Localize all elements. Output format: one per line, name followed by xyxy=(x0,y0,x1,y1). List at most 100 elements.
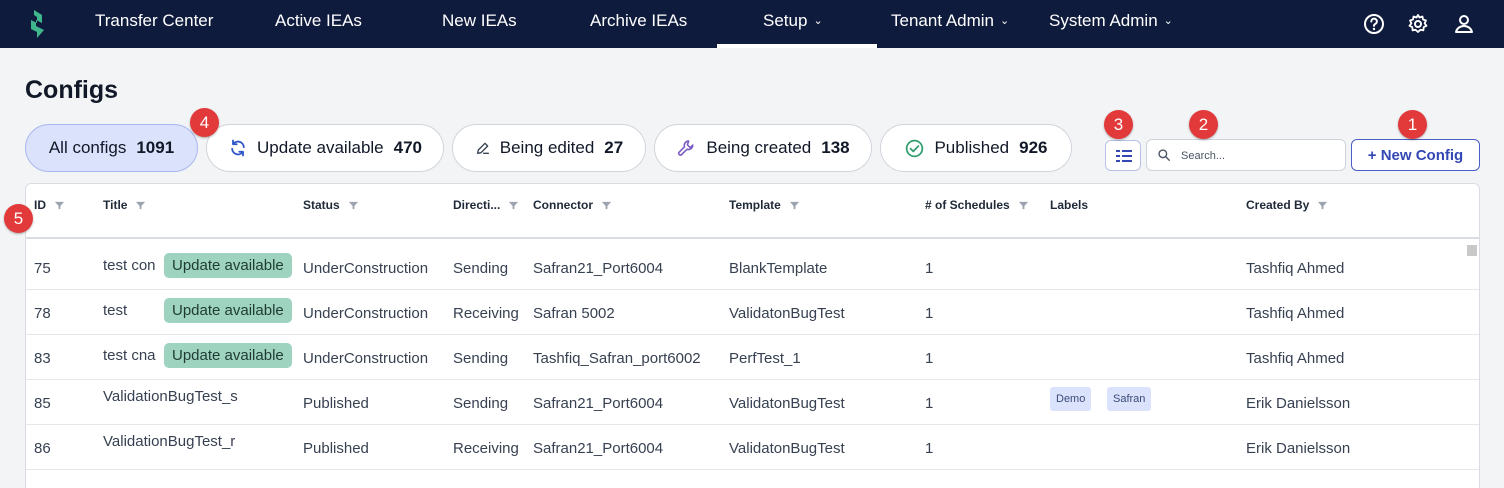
cell-status: UnderConstruction xyxy=(303,305,429,322)
cell-created-by: Erik Danielsson xyxy=(1246,395,1351,412)
filter-icon[interactable] xyxy=(508,200,519,211)
cell-template: ValidatonBugTest xyxy=(729,440,845,457)
column-header-label: Template xyxy=(729,198,781,212)
filter-icon[interactable] xyxy=(1317,200,1328,211)
nav-tenant-admin[interactable]: Tenant Admin ⌄ xyxy=(891,0,1009,48)
column-header-label: Status xyxy=(303,198,340,212)
cell-created-by: Tashfiq Ahmed xyxy=(1246,305,1345,322)
nav-active-ieas[interactable]: Active IEAs xyxy=(275,0,362,48)
chevron-down-icon: ⌄ xyxy=(813,15,823,27)
nav-system-admin[interactable]: System Admin ⌄ xyxy=(1049,0,1173,48)
cell-id: 85 xyxy=(34,395,51,412)
nav-archive-ieas[interactable]: Archive IEAs xyxy=(590,0,687,48)
help-icon[interactable] xyxy=(1362,12,1386,36)
label-tag[interactable]: Safran xyxy=(1107,387,1152,411)
table-row[interactable]: 83 test cna Update available UnderConstr… xyxy=(26,335,1479,380)
search-input[interactable] xyxy=(1181,147,1339,164)
table-row[interactable]: 85 ValidationBugTest_s Published Sending… xyxy=(26,380,1479,425)
gear-icon[interactable] xyxy=(1406,12,1430,36)
filter-being-created[interactable]: Being created 138 xyxy=(654,124,872,172)
nav-label: Active IEAs xyxy=(275,11,362,30)
nav-new-ieas[interactable]: New IEAs xyxy=(442,0,517,48)
configs-table: ID Title Status Directi... Connector Tem… xyxy=(25,183,1480,488)
cell-connector: Safran21_Port6004 xyxy=(533,395,664,412)
cell-connector: Safran21_Port6004 xyxy=(533,440,664,457)
check-circle-icon xyxy=(906,139,924,157)
cell-id: 75 xyxy=(34,260,51,277)
new-config-button[interactable]: + New Config xyxy=(1351,139,1480,171)
cell-schedules: 1 xyxy=(925,350,934,367)
filter-label: Published xyxy=(934,138,1010,157)
column-settings-button[interactable] xyxy=(1105,140,1141,171)
search-icon xyxy=(1158,149,1170,161)
cell-connector: Tashfiq_Safran_port6002 xyxy=(533,350,701,367)
annotation-marker: 4 xyxy=(190,108,219,137)
cell-template: ValidatonBugTest xyxy=(729,305,845,322)
column-header-label: # of Schedules xyxy=(925,198,1010,212)
search-box[interactable] xyxy=(1146,139,1346,171)
nav-label: Transfer Center xyxy=(95,11,214,30)
filter-label: Being edited xyxy=(499,138,595,157)
update-available-badge: Update available xyxy=(164,343,292,368)
top-nav: Transfer Center Active IEAs New IEAs Arc… xyxy=(0,0,1504,48)
cell-schedules: 1 xyxy=(925,260,934,277)
nav-label: Archive IEAs xyxy=(590,11,688,30)
column-header-id[interactable]: ID xyxy=(34,198,65,212)
app-logo-icon[interactable] xyxy=(28,9,50,39)
cell-template: ValidatonBugTest xyxy=(729,395,845,412)
filter-count: 138 xyxy=(821,138,850,157)
pencil-icon xyxy=(476,142,489,154)
cell-status: Published xyxy=(303,395,369,412)
filter-label: Update available xyxy=(256,138,384,157)
column-header-labels[interactable]: Labels xyxy=(1050,198,1088,212)
nav-label: Setup xyxy=(763,11,808,30)
column-header-schedules[interactable]: # of Schedules xyxy=(925,198,1029,212)
filter-published[interactable]: Published 926 xyxy=(880,124,1072,172)
column-header-connector[interactable]: Connector xyxy=(533,198,612,212)
column-header-status[interactable]: Status xyxy=(303,198,359,212)
filter-count: 1091 xyxy=(136,138,175,157)
cell-status: Published xyxy=(303,440,369,457)
update-available-badge: Update available xyxy=(164,253,292,278)
column-header-template[interactable]: Template xyxy=(729,198,800,212)
filter-label: Being created xyxy=(706,138,812,157)
cell-direction: Receiving xyxy=(453,305,519,322)
column-header-title[interactable]: Title xyxy=(103,198,146,212)
column-header-created-by[interactable]: Created By xyxy=(1246,198,1328,212)
label-tag[interactable]: Demo xyxy=(1050,387,1092,411)
refresh-icon xyxy=(231,139,245,157)
table-row[interactable]: 86 ValidationBugTest_r Published Receivi… xyxy=(26,425,1479,470)
filter-icon[interactable] xyxy=(135,200,146,211)
cell-created-by: Tashfiq Ahmed xyxy=(1246,260,1345,277)
filter-icon[interactable] xyxy=(789,200,800,211)
nav-transfer-center[interactable]: Transfer Center xyxy=(95,0,213,48)
filter-all-configs[interactable]: All configs 1091 xyxy=(25,124,198,172)
cell-id: 78 xyxy=(34,305,51,322)
cell-title: test xyxy=(103,302,128,319)
filter-icon[interactable] xyxy=(348,200,359,211)
filter-update-available[interactable]: Update available 470 xyxy=(206,124,444,172)
column-header-label: Labels xyxy=(1050,198,1089,212)
cell-direction: Sending xyxy=(453,350,509,367)
cell-template: BlankTemplate xyxy=(729,260,828,277)
annotation-marker: 3 xyxy=(1104,110,1133,139)
column-header-label: ID xyxy=(34,198,46,212)
column-header-label: Directi... xyxy=(453,198,501,212)
cell-schedules: 1 xyxy=(925,440,934,457)
table-row[interactable]: 75 test con Update available UnderConstr… xyxy=(26,245,1479,290)
cell-title: ValidationBugTest_r xyxy=(103,433,236,450)
cell-schedules: 1 xyxy=(925,305,934,322)
nav-active-indicator xyxy=(717,44,877,48)
filter-being-edited[interactable]: Being edited 27 xyxy=(452,124,646,172)
user-icon[interactable] xyxy=(1452,12,1476,36)
nav-setup[interactable]: Setup ⌄ xyxy=(763,0,823,48)
filter-icon[interactable] xyxy=(1018,200,1029,211)
filter-icon[interactable] xyxy=(54,200,65,211)
columns-icon xyxy=(1116,150,1132,162)
filter-icon[interactable] xyxy=(601,200,612,211)
annotation-marker: 2 xyxy=(1189,110,1218,139)
filter-count: 926 xyxy=(1019,138,1048,157)
table-row[interactable]: 78 test Update available UnderConstructi… xyxy=(26,290,1479,335)
column-header-direction[interactable]: Directi... xyxy=(453,198,519,212)
chevron-down-icon: ⌄ xyxy=(1000,15,1010,27)
